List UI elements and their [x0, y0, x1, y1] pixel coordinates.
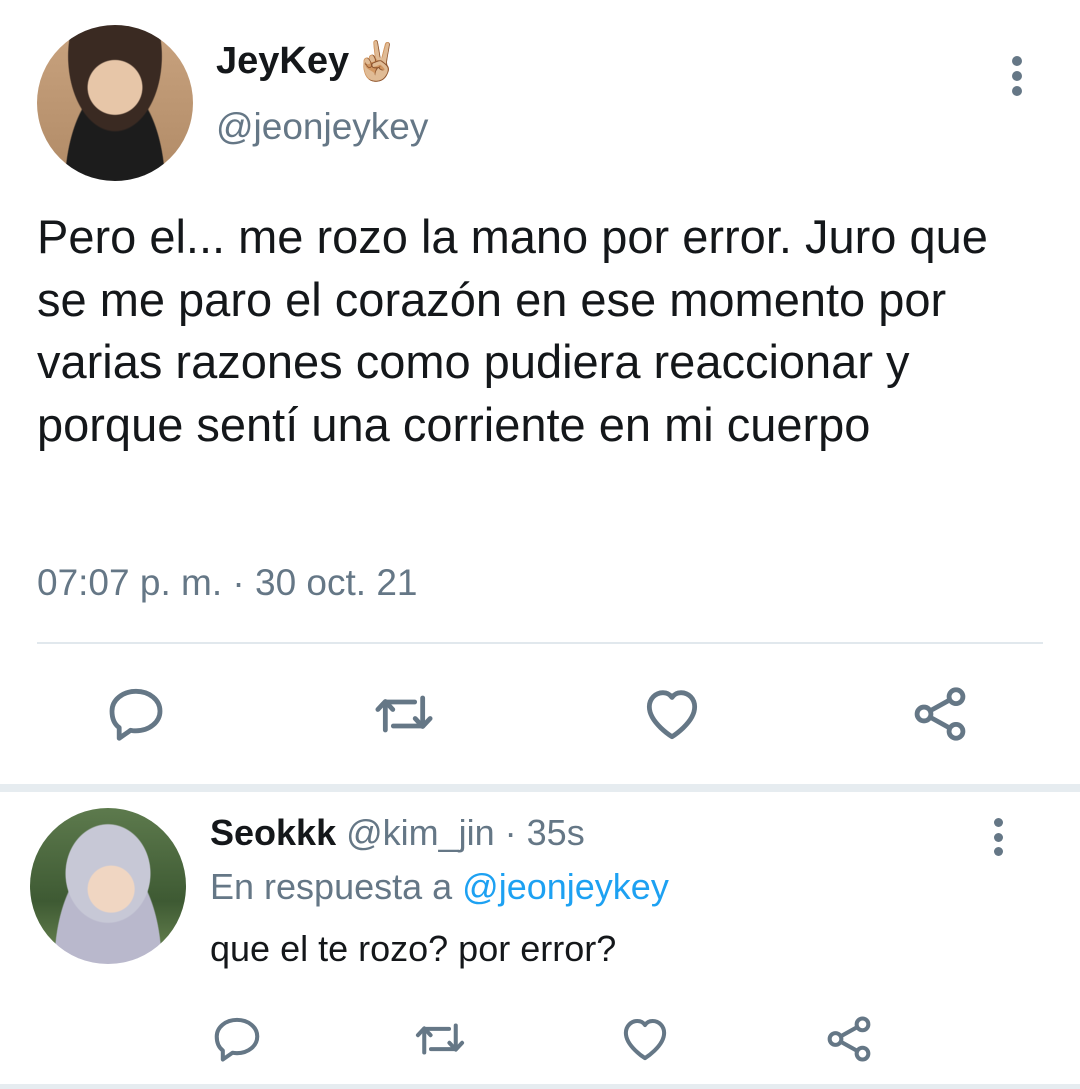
user-handle[interactable]: @jeonjeykey [216, 106, 428, 148]
section-divider [0, 784, 1080, 792]
retweet-icon[interactable] [413, 1012, 467, 1066]
tweet-action-bar [0, 682, 1080, 748]
reply-display-name[interactable]: Seokkk [210, 812, 336, 853]
like-icon[interactable] [640, 682, 704, 746]
reply-avatar[interactable] [30, 808, 186, 964]
tweet-timestamp[interactable]: 07:07 p. m. · 30 oct. 21 [37, 562, 418, 604]
reply-icon[interactable] [104, 682, 168, 746]
share-icon[interactable] [822, 1012, 876, 1066]
reply-action-bar [0, 1012, 1080, 1068]
reply-prefix: En respuesta a [210, 866, 463, 907]
reply-header: Seokkk @kim_jin · 35s [210, 812, 585, 854]
reply-icon[interactable] [210, 1012, 264, 1066]
like-icon[interactable] [618, 1012, 672, 1066]
avatar[interactable] [37, 25, 193, 181]
reply-text: que el te rozo? por error? [210, 928, 617, 969]
display-name[interactable]: JeyKey ✌🏼 [216, 40, 400, 83]
more-options-icon[interactable] [1007, 56, 1027, 96]
share-icon[interactable] [908, 682, 972, 746]
replying-to: En respuesta a @jeonjeykey [210, 866, 669, 908]
peace-hand-emoji: ✌🏼 [353, 40, 401, 83]
divider [37, 642, 1043, 644]
bottom-divider [0, 1084, 1080, 1089]
reply-handle-time: @kim_jin · 35s [336, 812, 585, 853]
tweet-text: Pero el... me rozo la mano por error. Ju… [37, 210, 988, 451]
main-tweet: JeyKey ✌🏼 @jeonjeykey Pero el... me rozo… [0, 0, 1080, 790]
display-name-text[interactable]: JeyKey [216, 40, 349, 83]
tweet-detail-page: JeyKey ✌🏼 @jeonjeykey Pero el... me rozo… [0, 0, 1080, 1089]
retweet-icon[interactable] [372, 682, 436, 746]
reply-more-options-icon[interactable] [988, 818, 1008, 856]
reply-to-link[interactable]: @jeonjeykey [462, 866, 669, 907]
